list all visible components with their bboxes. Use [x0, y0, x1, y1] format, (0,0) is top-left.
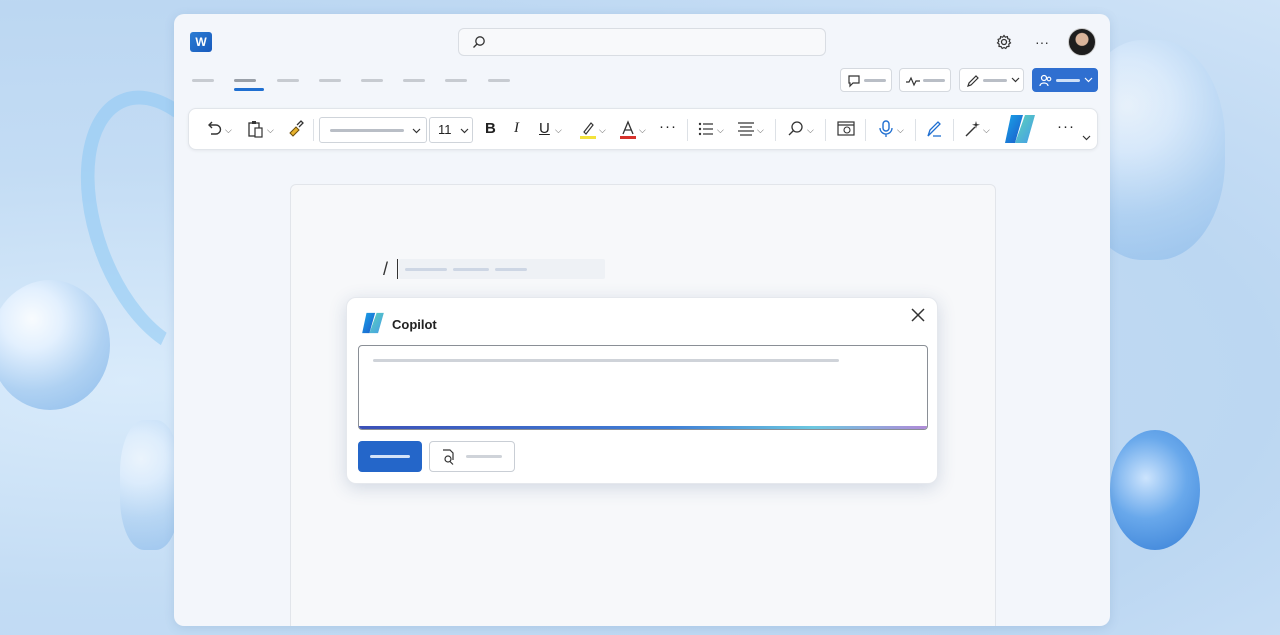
- tab-insert[interactable]: [277, 76, 299, 90]
- copilot-icon: [1005, 115, 1035, 143]
- clipboard-icon: [248, 121, 263, 138]
- gear-icon[interactable]: [994, 32, 1014, 52]
- share-button[interactable]: [1032, 68, 1098, 92]
- search-icon: [788, 121, 803, 136]
- font-color-icon: [620, 120, 636, 139]
- chevron-down-icon: ⌵: [757, 125, 764, 135]
- chevron-down-icon: ⌵: [639, 125, 646, 135]
- font-size-select[interactable]: 11: [429, 117, 473, 143]
- activity-icon: [906, 76, 920, 87]
- tab-view[interactable]: [445, 76, 467, 90]
- microphone-icon: [879, 120, 893, 137]
- share-people-icon: [1039, 74, 1052, 87]
- toolbar-divider: [865, 119, 866, 141]
- tab-references[interactable]: [361, 76, 383, 90]
- pen-sparkle-icon: [927, 121, 941, 137]
- toolbar-divider: [915, 119, 916, 141]
- underline-label: U: [539, 120, 550, 137]
- more-commands-icon[interactable]: ···: [1057, 118, 1075, 135]
- title-bar: W ···: [174, 14, 1110, 68]
- underline-button[interactable]: U ⌵: [539, 120, 562, 142]
- comment-icon: [848, 75, 860, 88]
- copilot-icon: [362, 312, 384, 334]
- activity-button[interactable]: [899, 68, 951, 92]
- find-button[interactable]: ⌵: [787, 119, 814, 141]
- paste-button[interactable]: ⌵: [247, 119, 274, 141]
- search-icon: [473, 36, 485, 48]
- tab-layout[interactable]: [319, 76, 341, 90]
- chevron-down-icon: ⌵: [555, 125, 562, 135]
- dictate-button[interactable]: ⌵: [877, 119, 904, 141]
- decorative-orb: [1110, 430, 1200, 550]
- format-painter-button[interactable]: [287, 119, 305, 141]
- highlighter-icon: [580, 122, 596, 139]
- tab-help[interactable]: [488, 76, 510, 90]
- copilot-title: Copilot: [392, 317, 437, 332]
- align-button[interactable]: ⌵: [737, 119, 764, 141]
- paintbrush-icon: [289, 120, 304, 137]
- text-cursor: [397, 259, 398, 279]
- word-logo[interactable]: W: [190, 32, 212, 52]
- search-box[interactable]: [458, 28, 826, 56]
- font-color-button[interactable]: ⌵: [619, 119, 646, 141]
- chevron-down-icon: [412, 128, 421, 134]
- toolbar-divider: [825, 119, 826, 141]
- editing-mode-button[interactable]: [959, 68, 1024, 92]
- bold-button[interactable]: B: [485, 120, 496, 137]
- chevron-down-icon: ⌵: [717, 125, 724, 135]
- copilot-dialog: Copilot: [346, 297, 938, 484]
- close-icon[interactable]: [909, 306, 927, 324]
- toolbar-divider: [313, 119, 314, 141]
- chevron-down-icon: [1084, 77, 1093, 83]
- decorative-orb: [0, 280, 110, 410]
- chevron-down-icon: ⌵: [225, 125, 232, 135]
- chevron-down-icon: [1011, 77, 1020, 83]
- bullets-button[interactable]: ⌵: [697, 119, 724, 141]
- toolbar-divider: [775, 119, 776, 141]
- chevron-down-icon: ⌵: [897, 125, 904, 135]
- reference-file-button[interactable]: [429, 441, 515, 472]
- document-search-icon: [443, 449, 454, 465]
- font-family-select[interactable]: [319, 117, 427, 143]
- bullet-list-icon: [698, 122, 713, 136]
- chevron-down-icon: ⌵: [599, 125, 606, 135]
- font-size-value: 11: [438, 122, 452, 137]
- document-search-icon: [837, 121, 855, 136]
- expand-ribbon-chevron-icon[interactable]: [1082, 135, 1091, 141]
- generate-button[interactable]: [358, 441, 422, 472]
- chevron-down-icon: ⌵: [267, 125, 274, 135]
- pencil-icon: [967, 75, 979, 87]
- formatting-toolbar: ⌵ ⌵ 11 B I U ⌵ ⌵ ⌵ ··· ⌵ ⌵ ⌵ ⌵ ⌵ ···: [188, 108, 1098, 150]
- tab-home[interactable]: [234, 76, 264, 91]
- slash-command-text: /: [383, 259, 389, 279]
- word-window: W ··· ⌵ ⌵ 11 B I U ⌵ ⌵ ⌵ ··· ⌵ ⌵ ⌵ ⌵ ⌵ ·…: [174, 14, 1110, 626]
- designer-button[interactable]: [925, 119, 943, 141]
- magic-wand-icon: [965, 121, 980, 137]
- more-options-icon[interactable]: ···: [1032, 32, 1052, 52]
- copilot-prompt-input[interactable]: [358, 345, 928, 430]
- suggestion-ghost-text: [399, 259, 605, 279]
- highlight-button[interactable]: ⌵: [579, 119, 606, 141]
- copilot-toolbar-button[interactable]: [1001, 111, 1039, 143]
- editor-button[interactable]: [837, 119, 855, 141]
- toolbar-divider: [687, 119, 688, 141]
- align-icon: [738, 122, 754, 136]
- chevron-down-icon: ⌵: [807, 125, 814, 135]
- italic-button[interactable]: I: [514, 120, 519, 137]
- undo-icon: [208, 121, 222, 135]
- toolbar-divider: [953, 119, 954, 141]
- tab-review[interactable]: [403, 76, 425, 90]
- undo-button[interactable]: ⌵: [205, 119, 232, 141]
- comments-button[interactable]: [840, 68, 892, 92]
- decorative-orb: [120, 420, 180, 550]
- more-font-options-icon[interactable]: ···: [659, 118, 677, 135]
- avatar[interactable]: [1068, 28, 1096, 56]
- rewrite-button[interactable]: ⌵: [963, 119, 990, 141]
- chevron-down-icon: ⌵: [983, 125, 990, 135]
- ribbon-tabs: [192, 76, 532, 106]
- chevron-down-icon: [460, 128, 469, 134]
- tab-file[interactable]: [192, 76, 214, 90]
